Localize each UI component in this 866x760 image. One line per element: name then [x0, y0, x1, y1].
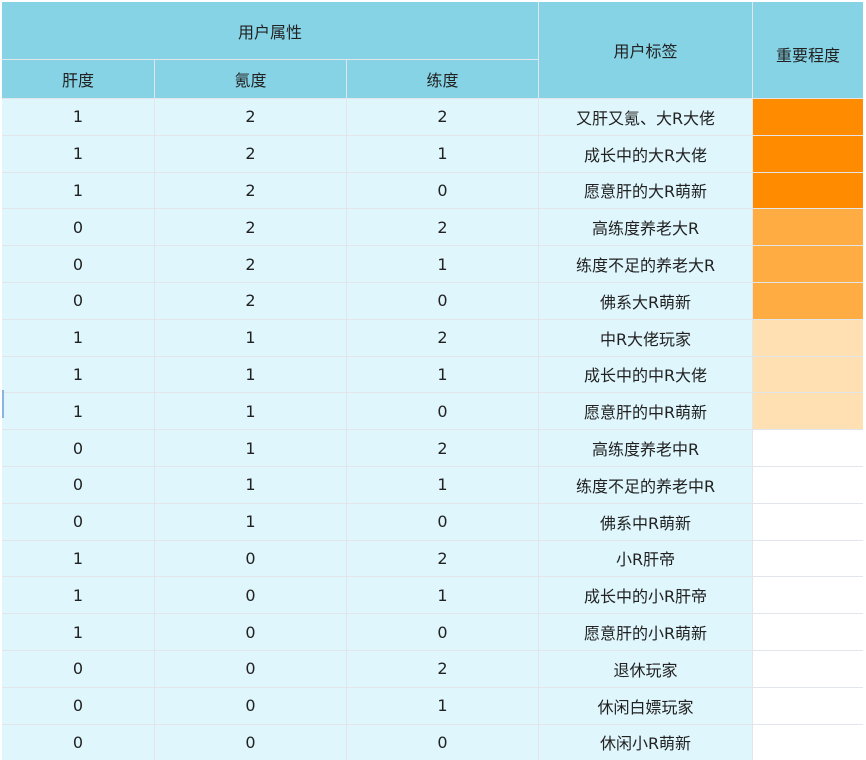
- importance-cell-high[interactable]: [753, 99, 863, 135]
- cell-gan[interactable]: 1: [2, 319, 154, 356]
- header-ke[interactable]: 氪度: [155, 60, 346, 98]
- cell-lian[interactable]: 1: [347, 577, 538, 614]
- importance-cell-medium[interactable]: [753, 209, 863, 246]
- cell-gan[interactable]: 0: [2, 282, 154, 319]
- cell-ke[interactable]: 2: [155, 282, 346, 319]
- importance-cell-none[interactable]: [753, 614, 863, 650]
- header-lian[interactable]: 练度: [347, 60, 538, 98]
- cell-gan[interactable]: 1: [2, 135, 154, 172]
- cell-ke[interactable]: 1: [155, 393, 346, 430]
- cell-lian[interactable]: 1: [347, 246, 538, 282]
- cell-user-tag[interactable]: 小R肝帝: [539, 540, 752, 577]
- cell-gan[interactable]: 1: [2, 172, 154, 209]
- cell-cursor: [2, 390, 4, 418]
- importance-cell-none[interactable]: [753, 540, 863, 577]
- cell-lian[interactable]: 0: [347, 503, 538, 540]
- cell-ke[interactable]: 2: [155, 135, 346, 172]
- importance-cell-none[interactable]: [753, 650, 863, 687]
- cell-lian[interactable]: 2: [347, 209, 538, 246]
- cell-gan[interactable]: 1: [2, 356, 154, 393]
- importance-cell-high[interactable]: [753, 172, 863, 209]
- header-importance[interactable]: 重要程度: [753, 2, 863, 98]
- importance-cell-low[interactable]: [753, 356, 863, 393]
- cell-user-tag[interactable]: 愿意肝的中R萌新: [539, 393, 752, 430]
- cell-gan[interactable]: 0: [2, 724, 154, 760]
- header-gan[interactable]: 肝度: [2, 60, 154, 98]
- cell-ke[interactable]: 2: [155, 172, 346, 209]
- cell-user-tag[interactable]: 高练度养老大R: [539, 209, 752, 246]
- cell-lian[interactable]: 2: [347, 650, 538, 687]
- cell-gan[interactable]: 1: [2, 540, 154, 577]
- cell-user-tag[interactable]: 休闲小R萌新: [539, 724, 752, 760]
- cell-user-tag[interactable]: 佛系大R萌新: [539, 282, 752, 319]
- cell-lian[interactable]: 2: [347, 430, 538, 466]
- cell-lian[interactable]: 0: [347, 172, 538, 209]
- cell-ke[interactable]: 0: [155, 687, 346, 724]
- cell-lian[interactable]: 0: [347, 724, 538, 760]
- cell-user-tag[interactable]: 中R大佬玩家: [539, 319, 752, 356]
- cell-ke[interactable]: 1: [155, 466, 346, 503]
- cell-user-tag[interactable]: 成长中的小R肝帝: [539, 577, 752, 614]
- cell-ke[interactable]: 1: [155, 356, 346, 393]
- cell-user-tag[interactable]: 练度不足的养老大R: [539, 246, 752, 282]
- cell-ke[interactable]: 0: [155, 650, 346, 687]
- importance-cell-none[interactable]: [753, 687, 863, 724]
- cell-lian[interactable]: 1: [347, 466, 538, 503]
- cell-user-tag[interactable]: 退休玩家: [539, 650, 752, 687]
- cell-gan[interactable]: 1: [2, 99, 154, 135]
- importance-cell-medium[interactable]: [753, 246, 863, 282]
- cell-gan[interactable]: 0: [2, 650, 154, 687]
- cell-gan[interactable]: 1: [2, 614, 154, 650]
- header-user-tag[interactable]: 用户标签: [539, 2, 752, 98]
- importance-cell-low[interactable]: [753, 393, 863, 430]
- cell-ke[interactable]: 2: [155, 209, 346, 246]
- cell-lian[interactable]: 2: [347, 319, 538, 356]
- importance-cell-medium[interactable]: [753, 282, 863, 319]
- cell-user-tag[interactable]: 愿意肝的小R萌新: [539, 614, 752, 650]
- cell-gan[interactable]: 1: [2, 577, 154, 614]
- user-segment-table: 用户属性 用户标签 重要程度 肝度 氪度 练度 1 2 2 又肝又氪、大R大佬 1 2 1 成…: [2, 2, 863, 760]
- cell-lian[interactable]: 0: [347, 393, 538, 430]
- cell-ke[interactable]: 0: [155, 724, 346, 760]
- importance-cell-none[interactable]: [753, 466, 863, 503]
- cell-gan[interactable]: 0: [2, 430, 154, 466]
- cell-lian[interactable]: 1: [347, 687, 538, 724]
- cell-user-tag[interactable]: 成长中的中R大佬: [539, 356, 752, 393]
- cell-user-tag[interactable]: 高练度养老中R: [539, 430, 752, 466]
- cell-gan[interactable]: 0: [2, 246, 154, 282]
- header-user-attributes[interactable]: 用户属性: [2, 2, 538, 59]
- cell-lian[interactable]: 2: [347, 99, 538, 135]
- cell-ke[interactable]: 0: [155, 577, 346, 614]
- cell-gan[interactable]: 0: [2, 503, 154, 540]
- cell-lian[interactable]: 0: [347, 614, 538, 650]
- cell-user-tag[interactable]: 休闲白嫖玩家: [539, 687, 752, 724]
- cell-lian[interactable]: 1: [347, 135, 538, 172]
- cell-user-tag[interactable]: 又肝又氪、大R大佬: [539, 99, 752, 135]
- importance-cell-none[interactable]: [753, 503, 863, 540]
- cell-user-tag[interactable]: 练度不足的养老中R: [539, 466, 752, 503]
- cell-gan[interactable]: 0: [2, 209, 154, 246]
- cell-ke[interactable]: 1: [155, 503, 346, 540]
- cell-lian[interactable]: 0: [347, 282, 538, 319]
- importance-cell-none[interactable]: [753, 724, 863, 760]
- cell-gan[interactable]: 1: [2, 393, 154, 430]
- cell-gan[interactable]: 0: [2, 466, 154, 503]
- cell-ke[interactable]: 1: [155, 430, 346, 466]
- cell-ke[interactable]: 2: [155, 246, 346, 282]
- cell-user-tag[interactable]: 佛系中R萌新: [539, 503, 752, 540]
- cell-ke[interactable]: 0: [155, 540, 346, 577]
- cell-user-tag[interactable]: 愿意肝的大R萌新: [539, 172, 752, 209]
- cell-lian[interactable]: 1: [347, 356, 538, 393]
- cell-user-tag[interactable]: 成长中的大R大佬: [539, 135, 752, 172]
- cell-lian[interactable]: 2: [347, 540, 538, 577]
- importance-cell-none[interactable]: [753, 577, 863, 614]
- cell-gan[interactable]: 0: [2, 687, 154, 724]
- importance-cell-low[interactable]: [753, 319, 863, 356]
- importance-cell-high[interactable]: [753, 135, 863, 172]
- cell-ke[interactable]: 1: [155, 319, 346, 356]
- cell-ke[interactable]: 0: [155, 614, 346, 650]
- cell-ke[interactable]: 2: [155, 99, 346, 135]
- importance-cell-none[interactable]: [753, 430, 863, 466]
